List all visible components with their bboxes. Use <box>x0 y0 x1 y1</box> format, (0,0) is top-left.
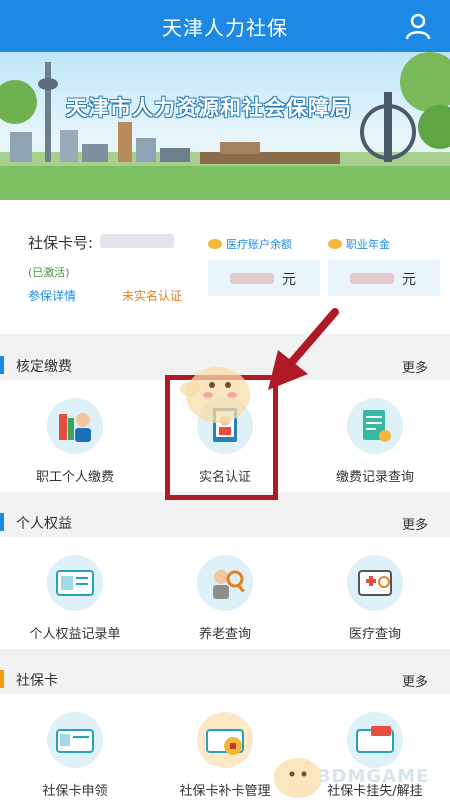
more-link[interactable]: 更多 <box>402 357 428 376</box>
medical-balance-unit: 元 <box>282 272 296 288</box>
card-apply-button[interactable]: 社保卡申领 <box>0 712 150 799</box>
rights-record-icon <box>47 555 103 611</box>
card-number-label: 社保卡号: <box>28 234 94 252</box>
coin-icon <box>208 239 222 249</box>
medical-query-button[interactable]: 医疗查询 <box>300 555 450 642</box>
medical-balance-box: 元 <box>208 260 320 296</box>
section-accent-bar <box>0 356 4 374</box>
medical-query-icon <box>347 555 403 611</box>
city-skyline-illustration <box>0 52 450 200</box>
annuity-value-blurred <box>350 273 394 284</box>
item-label: 职工个人缴费 <box>35 470 114 485</box>
section-accent-bar <box>0 670 4 688</box>
section-title: 核定缴费 <box>16 359 72 375</box>
more-link[interactable]: 更多 <box>402 671 428 690</box>
medical-balance-label: 医疗账户余额 <box>226 238 292 251</box>
annuity-unit: 元 <box>402 272 416 288</box>
item-label: 社保卡申领 <box>42 784 108 799</box>
insurance-detail-link[interactable]: 参保详情 <box>28 287 76 304</box>
rights-record-button[interactable]: 个人权益记录单 <box>0 555 150 642</box>
card-replace-icon <box>197 712 253 768</box>
mascot-icon <box>180 367 250 423</box>
user-icon[interactable] <box>404 12 432 40</box>
employee-payment-button[interactable]: 职工个人缴费 <box>0 398 150 485</box>
section-header-card: 社保卡 更多 <box>0 664 450 694</box>
card-lost-icon <box>347 712 403 768</box>
banner: 天津市人力资源和社会保障局 <box>0 52 450 200</box>
app-title: 天津人力社保 <box>162 15 288 40</box>
activation-status: (已激活) <box>28 266 70 279</box>
section-accent-bar <box>0 513 4 531</box>
pension-query-button[interactable]: 养老查询 <box>150 555 300 642</box>
app-header: 天津人力社保 <box>0 0 450 52</box>
annuity-label: 职业年金 <box>346 238 390 251</box>
more-link[interactable]: 更多 <box>402 514 428 533</box>
card-number-value-blurred <box>100 234 174 248</box>
watermark-text: 3DMGAME <box>318 766 430 787</box>
section-header-rights: 个人权益 更多 <box>0 507 450 537</box>
pension-query-icon <box>197 555 253 611</box>
section-title: 社保卡 <box>16 673 58 689</box>
section-title: 个人权益 <box>16 516 72 532</box>
coin-icon <box>328 239 342 249</box>
medical-balance[interactable]: 医疗账户余额 元 <box>208 236 320 296</box>
medical-balance-value-blurred <box>230 273 274 284</box>
item-label: 医疗查询 <box>348 627 401 642</box>
item-label: 养老查询 <box>198 627 251 642</box>
employee-payment-icon <box>47 398 103 454</box>
annuity-box: 元 <box>328 260 440 296</box>
banner-title: 天津市人力资源和社会保障局 <box>66 96 352 120</box>
payment-record-button[interactable]: 缴费记录查询 <box>300 398 450 485</box>
item-label: 缴费记录查询 <box>335 470 414 485</box>
annuity-balance[interactable]: 职业年金 元 <box>328 236 440 296</box>
section-rights: 个人权益记录单 养老查询 医疗查询 <box>0 537 450 649</box>
verification-status-link[interactable]: 未实名认证 <box>122 287 182 304</box>
item-label: 个人权益记录单 <box>29 627 121 642</box>
card-apply-icon <box>47 712 103 768</box>
